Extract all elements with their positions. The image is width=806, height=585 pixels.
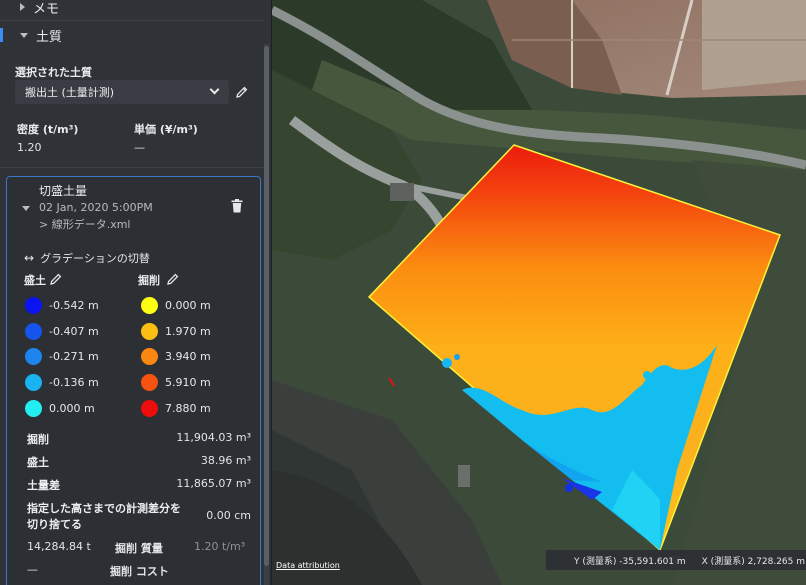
legend-label: 5.910 m xyxy=(165,376,211,389)
cut-volume-label: 掘削 xyxy=(27,433,49,446)
legend-label: -0.271 m xyxy=(49,350,99,363)
volume-card-title: 切盛土量 xyxy=(39,184,88,198)
mass-value: 14,284.84 t xyxy=(27,540,91,553)
y-coordinate: Y (測量系) -35,591.601 m xyxy=(574,556,686,567)
section-soil-label: 土質 xyxy=(36,29,63,45)
selected-soil-label: 選択された土質 xyxy=(15,66,92,79)
legend-dot xyxy=(141,297,158,314)
edit-fill-pencil-icon[interactable] xyxy=(50,273,62,285)
legend-dot xyxy=(141,374,158,391)
cut-legend-item: 3.940 m xyxy=(141,348,211,365)
edit-soil-pencil-icon[interactable] xyxy=(236,86,248,98)
density-value: 1.20 xyxy=(17,141,42,154)
legend-dot xyxy=(25,297,42,314)
divider xyxy=(0,167,264,168)
panel-scrollbar[interactable] xyxy=(264,44,269,585)
fill-legend-item: -0.136 m xyxy=(25,374,99,391)
legend-dot xyxy=(25,374,42,391)
coordinate-readout: Y (測量系) -35,591.601 m X (測量系) 2,728.265 … xyxy=(546,550,806,570)
chevron-down-icon xyxy=(20,32,28,38)
legend-label: -0.542 m xyxy=(49,299,99,312)
volume-source-link[interactable]: > 線形データ.xml xyxy=(39,216,131,232)
legend-dot xyxy=(141,323,158,340)
volume-datetime: 02 Jan, 2020 5:00PM xyxy=(39,201,153,214)
threshold-value: 0.00 cm xyxy=(206,509,251,522)
cost-value: — xyxy=(27,563,38,576)
chevron-right-icon xyxy=(20,3,25,11)
threshold-label-line1: 指定した高さまでの計測差分を xyxy=(27,502,181,515)
legend-dot xyxy=(25,323,42,340)
map-view[interactable]: Data attribution Y (測量系) -35,591.601 m X… xyxy=(272,0,806,585)
cut-legend-item: 1.970 m xyxy=(141,323,211,340)
cut-legend-item: 0.000 m xyxy=(141,297,211,314)
cost-label: 掘削 コスト xyxy=(110,565,169,578)
fill-legend-item: -0.542 m xyxy=(25,297,99,314)
legend-label: 7.880 m xyxy=(165,402,211,415)
soil-type-select[interactable]: 搬出土 (土量計測) xyxy=(15,80,229,104)
side-panel: メモ 土質 選択された土質 搬出土 (土量計測) 密度 (t/m³) 1.20 … xyxy=(0,0,272,585)
net-volume-label: 土量差 xyxy=(27,479,60,492)
section-memo-label: メモ xyxy=(33,1,60,17)
section-memo[interactable]: メモ xyxy=(0,0,264,19)
gradient-toggle[interactable]: ↔ グラデーションの切替 xyxy=(24,250,150,266)
fill-volume-label: 盛土 xyxy=(27,456,49,469)
legend-label: -0.136 m xyxy=(49,376,99,389)
legend-dot xyxy=(25,400,42,417)
section-soil[interactable]: 土質 xyxy=(0,23,264,47)
threshold-label-line2: 切り捨てる xyxy=(27,518,82,531)
aerial-map-image xyxy=(272,0,806,585)
fill-volume-value: 38.96 m³ xyxy=(200,454,251,467)
cut-heading: 掘削 xyxy=(138,274,160,287)
divider xyxy=(0,20,264,21)
unit-price-label: 単価 (¥/m³) xyxy=(134,123,198,136)
legend-label: 1.970 m xyxy=(165,325,211,338)
x-coordinate: X (測量系) 2,728.265 m xyxy=(701,556,805,567)
fill-heading: 盛土 xyxy=(24,274,46,287)
swap-arrows-icon: ↔ xyxy=(24,251,35,265)
cut-volume-value: 11,904.03 m³ xyxy=(176,431,251,444)
legend-label: 0.000 m xyxy=(49,402,95,415)
gradient-toggle-label: グラデーションの切替 xyxy=(40,252,150,265)
fill-legend-item: 0.000 m xyxy=(25,400,95,417)
data-attribution-link[interactable]: Data attribution xyxy=(276,561,340,570)
legend-label: 3.940 m xyxy=(165,350,211,363)
scrollbar-thumb[interactable] xyxy=(264,46,269,566)
legend-dot xyxy=(141,348,158,365)
edit-cut-pencil-icon[interactable] xyxy=(167,273,179,285)
mass-label: 掘削 質量 xyxy=(115,542,163,555)
chevron-down-icon xyxy=(209,84,220,95)
legend-dot xyxy=(141,400,158,417)
mass-unit: 1.20 t/m³ xyxy=(194,540,246,553)
collapse-triangle-icon[interactable] xyxy=(22,206,30,211)
fill-legend-item: -0.271 m xyxy=(25,348,99,365)
fill-legend-item: -0.407 m xyxy=(25,323,99,340)
trash-icon[interactable] xyxy=(231,199,243,213)
soil-type-value: 搬出土 (土量計測) xyxy=(25,86,115,99)
cut-legend-item: 7.880 m xyxy=(141,400,211,417)
cut-legend-item: 5.910 m xyxy=(141,374,211,391)
legend-label: 0.000 m xyxy=(165,299,211,312)
density-label: 密度 (t/m³) xyxy=(17,123,79,136)
legend-dot xyxy=(25,348,42,365)
net-volume-value: 11,865.07 m³ xyxy=(176,477,251,490)
unit-price-value: — xyxy=(134,141,145,154)
legend-label: -0.407 m xyxy=(49,325,99,338)
